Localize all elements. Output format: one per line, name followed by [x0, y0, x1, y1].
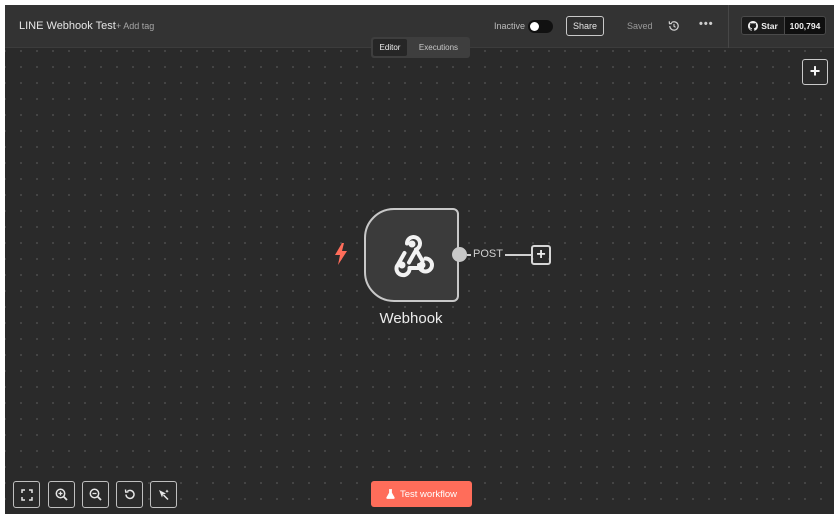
zoom-in-icon [55, 488, 68, 501]
output-label: POST [471, 248, 505, 260]
header-divider [728, 5, 729, 48]
more-options-icon[interactable]: ••• [699, 18, 714, 30]
fit-view-icon [20, 488, 33, 501]
toggle-knob [530, 22, 539, 31]
history-icon[interactable] [667, 19, 681, 33]
webhook-node-label: Webhook [379, 310, 443, 327]
workflow-name[interactable]: LINE Webhook Test [19, 20, 116, 32]
zoom-in-button[interactable] [48, 481, 75, 508]
test-workflow-label: Test workflow [399, 488, 457, 500]
saved-status: Saved [627, 21, 653, 31]
github-star-count: 100,794 [785, 17, 825, 34]
github-star-label: Star [761, 20, 778, 31]
tab-executions[interactable]: Executions [409, 39, 468, 56]
tidy-up-icon [159, 489, 169, 501]
active-toggle[interactable] [528, 20, 553, 33]
add-connected-node-button[interactable]: + [531, 245, 551, 265]
add-node-button[interactable]: + [802, 59, 828, 85]
github-star-button[interactable]: Star 100,794 [741, 16, 826, 35]
zoom-out-button[interactable] [82, 481, 109, 508]
test-workflow-button[interactable]: Test workflow [371, 481, 472, 507]
webhook-icon [394, 235, 434, 278]
share-button[interactable]: Share [566, 16, 604, 36]
fit-view-button[interactable] [13, 481, 40, 508]
flask-icon [386, 489, 395, 499]
reset-zoom-button[interactable] [116, 481, 143, 508]
zoom-out-icon [89, 488, 102, 501]
tab-editor[interactable]: Editor [373, 39, 407, 56]
output-handle[interactable] [452, 247, 467, 262]
github-star-left: Star [742, 17, 785, 34]
webhook-node[interactable] [364, 208, 459, 302]
lightning-icon [335, 243, 347, 265]
add-tag-link[interactable]: + Add tag [116, 21, 154, 31]
reset-zoom-icon [124, 489, 135, 500]
github-icon [748, 20, 759, 31]
view-tabs: Editor Executions [371, 37, 470, 58]
status-label: Inactive [494, 21, 526, 31]
workflow-editor: LINE Webhook Test + Add tag Inactive Sha… [5, 5, 834, 514]
tidy-up-button[interactable] [150, 481, 177, 508]
